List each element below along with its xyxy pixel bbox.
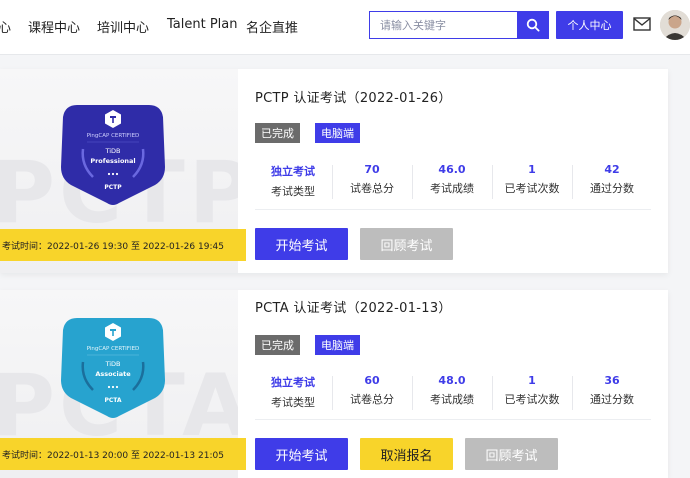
nav-item-partial[interactable]: 心 (0, 17, 11, 36)
exam-title[interactable]: PCTP 认证考试（2022-01-26） (255, 87, 452, 106)
certificate-badge: PingCAP CERTIFIED TiDB Professional PCTP (61, 105, 165, 205)
mail-icon[interactable] (633, 17, 651, 31)
status-badge: 已完成 (255, 335, 300, 355)
badge-line1-text: TiDB (104, 147, 120, 155)
stat-exam-type: 独立考试 考试类型 (255, 159, 331, 203)
stat-label: 考试成绩 (430, 182, 474, 195)
stat-value: 48.0 (438, 374, 466, 387)
search-icon (526, 18, 540, 32)
stat-value: 独立考试 (271, 165, 315, 178)
stat-score: 48.0 考试成绩 (413, 370, 491, 414)
cancel-registration-button[interactable]: 取消报名 (360, 438, 453, 470)
stat-value: 46.0 (438, 163, 466, 176)
exam-stats: 独立考试 考试类型 60 试卷总分 48.0 考试成绩 1 已考试次数 36 通… (255, 370, 651, 420)
stat-pass-score: 36 通过分数 (573, 370, 651, 414)
start-exam-button[interactable]: 开始考试 (255, 438, 348, 470)
stat-label: 试卷总分 (350, 393, 394, 406)
review-exam-button[interactable]: 回顾考试 (465, 438, 558, 470)
divider (255, 209, 651, 210)
stat-label: 通过分数 (590, 182, 634, 195)
personal-center-button[interactable]: 个人中心 (556, 11, 623, 39)
stat-attempts: 1 已考试次数 (493, 159, 571, 203)
status-badge: 已完成 (255, 123, 300, 143)
exam-card: PCTA PingCAP CERTIFIED TiDB Associate PC… (0, 290, 668, 478)
nav-item-talent-plan[interactable]: Talent Plan (167, 17, 238, 32)
stat-value: 1 (528, 163, 536, 176)
stat-label: 已考试次数 (504, 182, 560, 195)
badge-line2-text: Professional (90, 157, 135, 165)
nav-item-recruit[interactable]: 名企直推 (246, 17, 298, 36)
exam-time-bar: 考试时间：2022-01-26 19:30 至 2022-01-26 19:45 (0, 229, 246, 261)
exam-stats: 独立考试 考试类型 70 试卷总分 46.0 考试成绩 1 已考试次数 42 通… (255, 159, 651, 209)
badge-line1-text: TiDB (104, 360, 120, 368)
nav-item-courses[interactable]: 课程中心 (28, 17, 80, 36)
stat-label: 考试类型 (271, 396, 315, 409)
stat-value: 独立考试 (271, 376, 315, 389)
avatar[interactable] (660, 10, 690, 40)
search-input[interactable] (370, 12, 517, 38)
stat-value: 60 (364, 374, 380, 387)
stat-attempts: 1 已考试次数 (493, 370, 571, 414)
stat-total-score: 60 试卷总分 (333, 370, 411, 414)
platform-badge: 电脑端 (315, 123, 360, 143)
badge-code-text: PCTP (104, 184, 122, 191)
stat-total-score: 70 试卷总分 (333, 159, 411, 203)
platform-badge: 电脑端 (315, 335, 360, 355)
avatar-image (660, 10, 690, 40)
stat-label: 考试类型 (271, 185, 315, 198)
badge-org-text: PingCAP CERTIFIED (87, 346, 140, 352)
stat-pass-score: 42 通过分数 (573, 159, 651, 203)
top-navbar: 心 课程中心 培训中心 Talent Plan 名企直推 个人中心 (0, 0, 690, 55)
exam-title[interactable]: PCTA 认证考试（2022-01-13） (255, 297, 452, 316)
start-exam-button[interactable]: 开始考试 (255, 228, 348, 260)
badge-line2-text: Associate (95, 370, 131, 378)
stat-label: 通过分数 (590, 393, 634, 406)
certificate-badge: PingCAP CERTIFIED TiDB Associate PCTA (61, 318, 165, 418)
stat-label: 考试成绩 (430, 393, 474, 406)
stat-score: 46.0 考试成绩 (413, 159, 491, 203)
stat-value: 42 (604, 163, 620, 176)
nav-item-training[interactable]: 培训中心 (97, 17, 149, 36)
stat-label: 已考试次数 (504, 393, 560, 406)
search-box (369, 11, 518, 39)
divider (255, 419, 651, 420)
stat-exam-type: 独立考试 考试类型 (255, 370, 331, 414)
search-button[interactable] (517, 11, 549, 39)
stat-value: 1 (528, 374, 536, 387)
stat-value: 36 (604, 374, 620, 387)
badge-org-text: PingCAP CERTIFIED (87, 133, 140, 139)
stat-value: 70 (364, 163, 380, 176)
exam-card: PCTP PingCAP CERTIFIED TiDB Professional… (0, 69, 668, 273)
stat-label: 试卷总分 (350, 182, 394, 195)
review-exam-button[interactable]: 回顾考试 (360, 228, 453, 260)
exam-time-bar: 考试时间：2022-01-13 20:00 至 2022-01-13 21:05 (0, 438, 246, 470)
badge-code-text: PCTA (104, 397, 121, 404)
